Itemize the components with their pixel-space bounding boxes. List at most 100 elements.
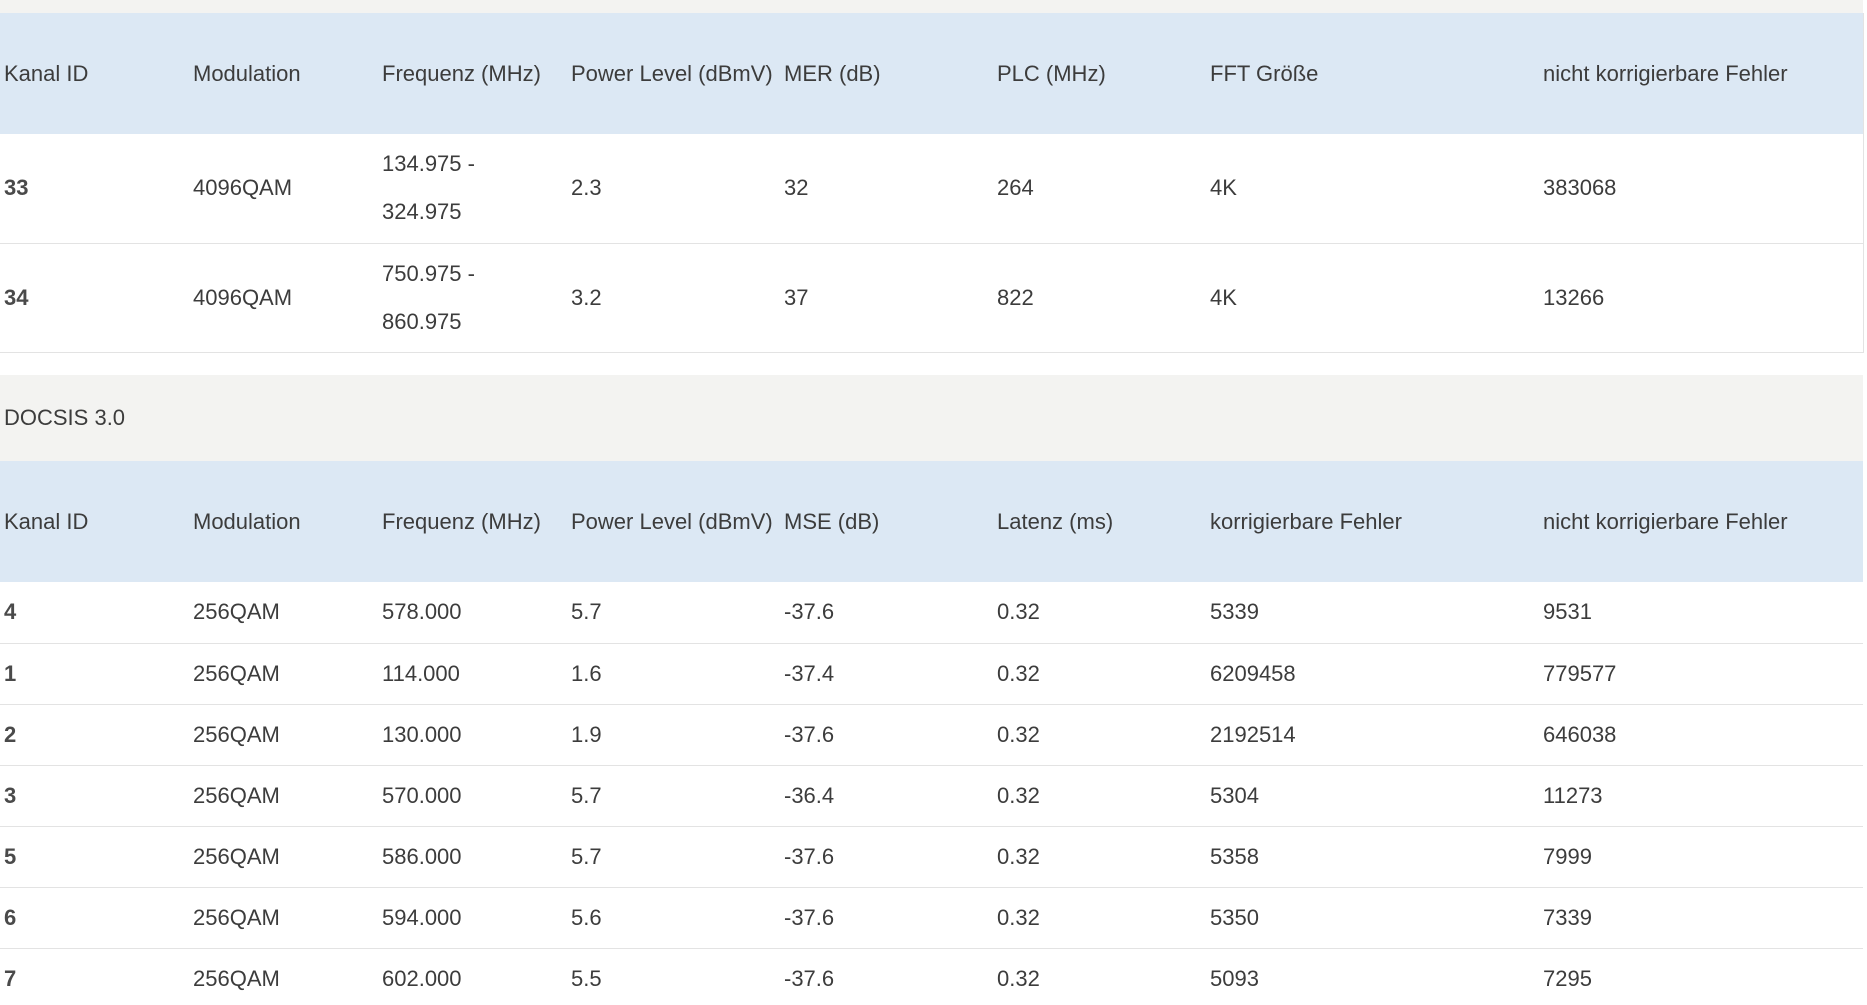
cell-mse: -37.6 (784, 965, 835, 991)
table-row: 7 256QAM 602.000 5.5 -37.6 0.32 5093 7295 (0, 948, 1863, 1005)
column-header-mer: MER (dB) (784, 60, 881, 86)
cell-nicht-korrigierbare-fehler: 383068 (1543, 175, 1617, 201)
cell-nicht-korrigierbare-fehler: 13266 (1543, 284, 1605, 310)
cell-mse: -37.6 (784, 904, 835, 930)
cell-kanal-id: 6 (4, 904, 17, 930)
cell-mse: -36.4 (784, 782, 835, 808)
cell-power-level: 5.7 (571, 599, 602, 625)
column-header-power-level: Power Level (dBmV) (571, 60, 773, 86)
frequenz-start: 134.975 - (382, 151, 475, 177)
cell-mse: -37.6 (784, 599, 835, 625)
cell-plc: 264 (997, 175, 1034, 201)
column-header-fft-groesse: FFT Größe (1210, 60, 1319, 86)
table-row: 4 256QAM 578.000 5.7 -37.6 0.32 5339 9531 (0, 582, 1863, 643)
cell-modulation: 256QAM (193, 843, 280, 869)
cell-frequenz: 134.975 - 324.975 (378, 134, 567, 243)
cell-power-level: 5.6 (571, 904, 602, 930)
cell-plc: 822 (997, 284, 1034, 310)
column-header-kanal-id: Kanal ID (4, 508, 89, 534)
cell-kanal-id: 3 (4, 782, 17, 808)
cell-frequenz: 750.975 - 860.975 (378, 243, 567, 352)
cell-modulation: 256QAM (193, 782, 280, 808)
cell-power-level: 1.9 (571, 721, 602, 747)
cell-frequenz: 594.000 (382, 904, 462, 930)
cell-mer: 32 (784, 175, 809, 201)
cell-nicht-korrigierbare-fehler: 9531 (1543, 599, 1592, 625)
table-row: 2 256QAM 130.000 1.9 -37.6 0.32 2192514 646038 (0, 704, 1863, 765)
cell-korrigierbare-fehler: 6209458 (1210, 660, 1296, 686)
cell-nicht-korrigierbare-fehler: 646038 (1543, 721, 1617, 747)
cell-modulation: 256QAM (193, 965, 280, 991)
cell-korrigierbare-fehler: 2192514 (1210, 721, 1296, 747)
cell-frequenz: 130.000 (382, 721, 462, 747)
cell-modulation: 256QAM (193, 660, 280, 686)
cell-nicht-korrigierbare-fehler: 7295 (1543, 965, 1592, 991)
column-header-plc: PLC (MHz) (997, 60, 1106, 86)
cell-modulation: 4096QAM (193, 284, 293, 310)
cell-power-level: 1.6 (571, 660, 602, 686)
cell-frequenz: 114.000 (382, 660, 460, 686)
cell-mer: 37 (784, 284, 809, 310)
frequenz-end: 324.975 (382, 199, 462, 225)
column-header-nicht-korrigierbare-fehler: nicht korrigierbare Fehler (1543, 60, 1788, 86)
cell-kanal-id: 1 (4, 660, 17, 686)
cell-power-level: 5.7 (571, 782, 602, 808)
cell-nicht-korrigierbare-fehler: 7339 (1543, 904, 1592, 930)
cell-nicht-korrigierbare-fehler: 7999 (1543, 843, 1592, 869)
table-row: 3 256QAM 570.000 5.7 -36.4 0.32 5304 11273 (0, 765, 1863, 826)
cell-kanal-id: 5 (4, 843, 17, 869)
cell-kanal-id: 7 (4, 965, 17, 991)
cell-nicht-korrigierbare-fehler: 11273 (1543, 782, 1603, 808)
cell-frequenz: 570.000 (382, 782, 462, 808)
cell-korrigierbare-fehler: 5350 (1210, 904, 1259, 930)
cell-mse: -37.4 (784, 660, 835, 686)
cell-latenz: 0.32 (997, 599, 1040, 625)
cell-frequenz: 578.000 (382, 599, 462, 625)
cell-latenz: 0.32 (997, 660, 1040, 686)
cell-modulation: 4096QAM (193, 175, 293, 201)
cell-latenz: 0.32 (997, 782, 1040, 808)
cell-modulation: 256QAM (193, 599, 280, 625)
cell-latenz: 0.32 (997, 843, 1040, 869)
table-row: 34 4096QAM 750.975 - 860.975 3.2 37 822 4K 13266 (0, 243, 1863, 352)
cell-korrigierbare-fehler: 5358 (1210, 843, 1259, 869)
column-header-frequenz: Frequenz (MHz) (382, 508, 541, 534)
cell-kanal-id: 2 (4, 721, 17, 747)
frequenz-end: 860.975 (382, 308, 462, 334)
cell-power-level: 5.7 (571, 843, 602, 869)
section-bar-docsis-30: DOCSIS 3.0 (0, 375, 1863, 461)
section-title: DOCSIS 3.0 (4, 405, 126, 430)
cell-latenz: 0.32 (997, 721, 1040, 747)
section-bar-docsis-31 (0, 0, 1863, 13)
cell-power-level: 5.5 (571, 965, 602, 991)
table-row: 33 4096QAM 134.975 - 324.975 2.3 32 264 4K 38306… (0, 134, 1863, 243)
cell-korrigierbare-fehler: 5093 (1210, 965, 1259, 991)
cell-latenz: 0.32 (997, 965, 1040, 991)
column-header-nicht-korrigierbare-fehler: nicht korrigierbare Fehler (1543, 508, 1788, 534)
docsis-30-table: Kanal ID Modulation Frequenz (MHz) Power… (0, 461, 1863, 1005)
cell-kanal-id: 4 (4, 599, 17, 625)
column-header-modulation: Modulation (193, 60, 301, 86)
cell-kanal-id: 33 (4, 175, 29, 201)
cell-mse: -37.6 (784, 843, 835, 869)
table-header-row: Kanal ID Modulation Frequenz (MHz) Power… (0, 13, 1863, 134)
column-header-modulation: Modulation (193, 508, 301, 534)
cell-mse: -37.6 (784, 721, 835, 747)
cell-korrigierbare-fehler: 5304 (1210, 782, 1259, 808)
table-row: 5 256QAM 586.000 5.7 -37.6 0.32 5358 7999 (0, 826, 1863, 887)
cell-frequenz: 602.000 (382, 965, 462, 991)
column-header-mse: MSE (dB) (784, 508, 880, 534)
cell-nicht-korrigierbare-fehler: 779577 (1543, 660, 1617, 686)
cell-kanal-id: 34 (4, 284, 29, 310)
table-row: 1 256QAM 114.000 1.6 -37.4 0.32 6209458 779577 (0, 643, 1863, 704)
frequenz-start: 750.975 - (382, 260, 475, 286)
cell-power-level: 3.2 (571, 284, 602, 310)
column-header-latenz: Latenz (ms) (997, 508, 1114, 534)
column-header-power-level: Power Level (dBmV) (571, 508, 773, 534)
docsis-31-table: Kanal ID Modulation Frequenz (MHz) Power… (0, 13, 1864, 353)
table-header-row: Kanal ID Modulation Frequenz (MHz) Power… (0, 461, 1863, 582)
cell-latenz: 0.32 (997, 904, 1040, 930)
column-header-korrigierbare-fehler: korrigierbare Fehler (1210, 508, 1402, 534)
cell-power-level: 2.3 (571, 175, 602, 201)
table-row: 6 256QAM 594.000 5.6 -37.6 0.32 5350 7339 (0, 887, 1863, 948)
